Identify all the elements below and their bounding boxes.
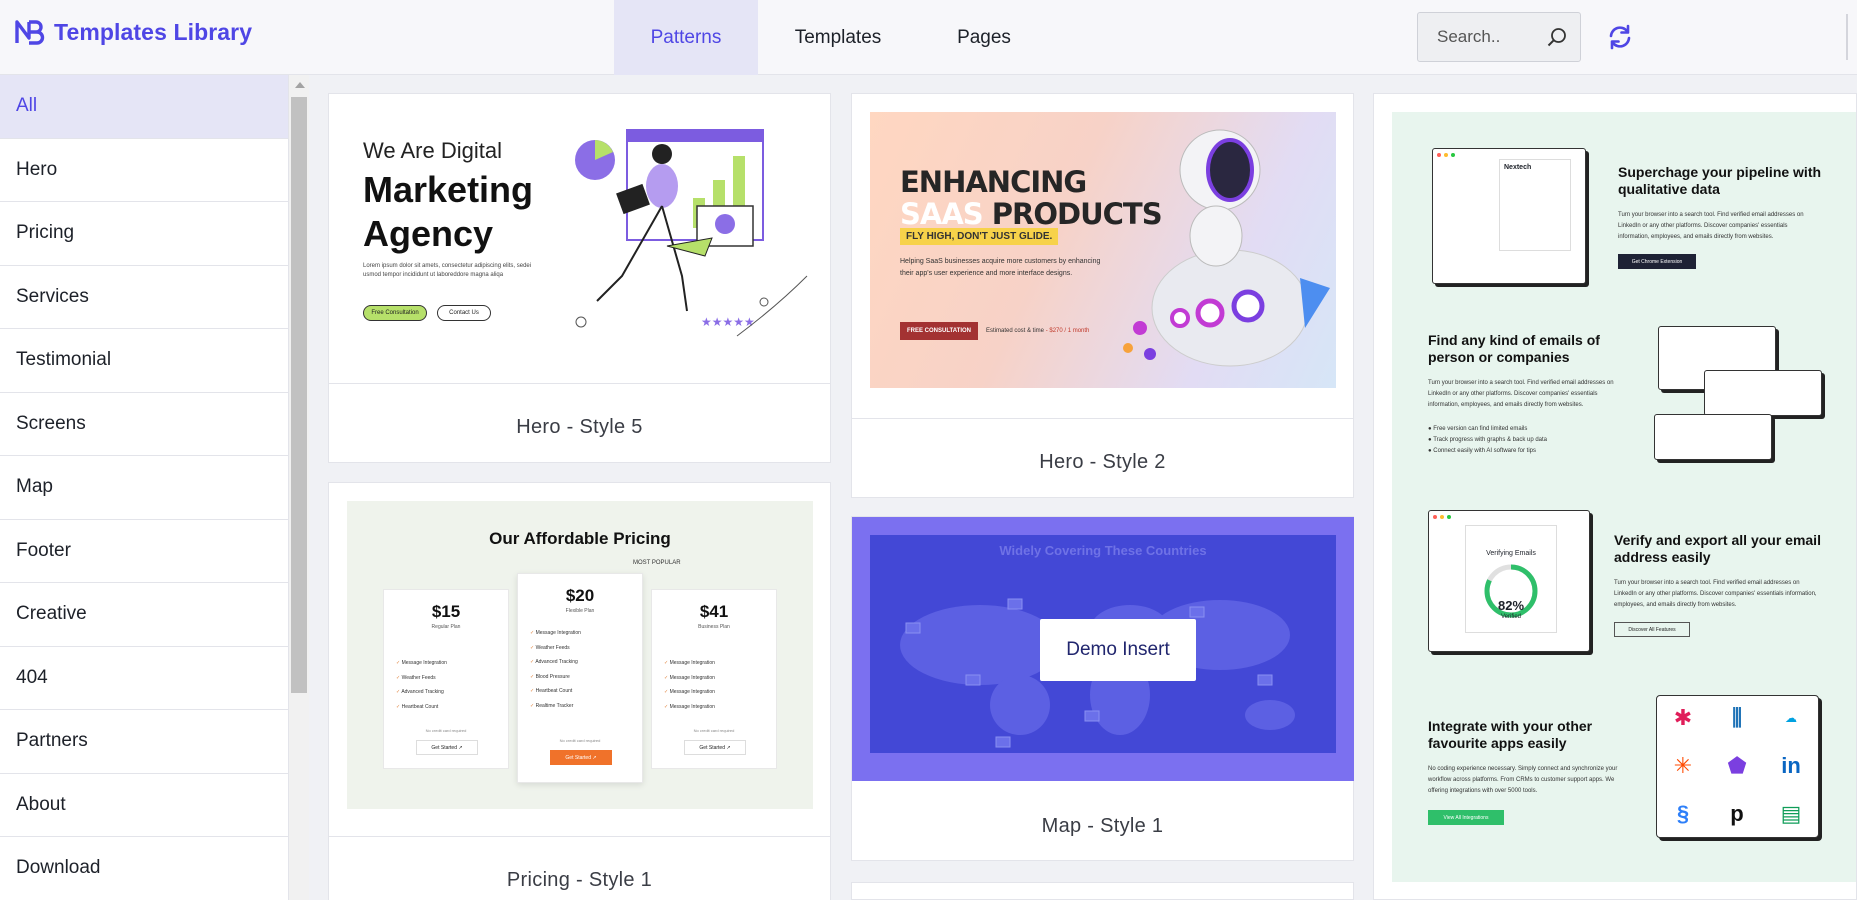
sidebar-item-about[interactable]: About — [0, 774, 288, 837]
stripe-app-icon: § — [1676, 801, 1690, 826]
card-divider — [329, 836, 830, 837]
scroll-up-icon[interactable] — [295, 82, 305, 88]
verify-popup: Verifying Emails 82% Verified — [1465, 525, 1557, 633]
logo-icon — [15, 20, 45, 45]
hero-2-text: Helping SaaS businesses acquire more cus… — [900, 258, 1101, 277]
sync-icon[interactable] — [1606, 23, 1634, 51]
tab-pages[interactable]: Pages — [918, 0, 1050, 75]
sidebar-item-map[interactable]: Map — [0, 456, 288, 520]
tab-patterns[interactable]: Patterns — [614, 0, 758, 75]
hero-5-btn-contact: Contact Us — [437, 305, 491, 321]
services-heading-4: Integrate with your other favourite apps… — [1428, 718, 1593, 751]
slack-icon: ✱ — [1673, 705, 1693, 730]
hero-2-cta: FREE CONSULTATION — [900, 322, 978, 340]
card-title: Hero - Style 2 — [1039, 451, 1166, 473]
hero-2-tagline: FLY HIGH, DON'T JUST GLIDE. — [900, 228, 1059, 245]
linkedin-icon: in — [1781, 753, 1801, 778]
sidebar-item-404[interactable]: 404 — [0, 647, 288, 710]
services-text-4: No coding experience necessary. Simply c… — [1428, 766, 1618, 794]
card-title: Hero - Style 5 — [516, 416, 643, 438]
services-text-1: Turn your browser into a search tool. Fi… — [1618, 212, 1804, 240]
header: Templates Library Patterns Templates Pag… — [0, 0, 1857, 75]
profile-card-2 — [1704, 370, 1822, 416]
map-1-preview: Widely Covering These Countries Demo Ins… — [852, 517, 1354, 781]
hero-5-text: Lorem ipsum dolor sit amets, consectetur… — [363, 263, 532, 278]
salesforce-icon: ☁ — [1785, 711, 1797, 725]
contact-list-window: Nextech — [1432, 148, 1586, 284]
card-divider — [852, 418, 1353, 419]
profile-card-3 — [1654, 414, 1772, 460]
sidebar-item-pricing[interactable]: Pricing — [0, 202, 288, 266]
services-heading-3: Verify and export all your email address… — [1614, 532, 1821, 565]
pricing-title: Our Affordable Pricing — [489, 529, 671, 548]
sidebar-item-hero[interactable]: Hero — [0, 139, 288, 202]
category-sidebar: All Hero Pricing Services Testimonial Sc… — [0, 75, 288, 900]
services-heading-2: Find any kind of emails of person or com… — [1428, 332, 1600, 365]
price-card-regular: $15 Regular Plan Message Integration Wea… — [383, 589, 509, 769]
header-divider — [1846, 14, 1848, 60]
search-input[interactable] — [1418, 27, 1538, 47]
search-icon[interactable] — [1546, 26, 1568, 48]
pattern-card-map-1[interactable]: Widely Covering These Countries Demo Ins… — [851, 516, 1354, 861]
services-btn-3: Discover All Features — [1614, 622, 1690, 637]
shield-app-icon: ⬟ — [1727, 753, 1747, 778]
price-card-flexible: $20 Flexible Plan Message Integration We… — [517, 573, 643, 783]
price-card-business: $41 Business Plan Message Integration Me… — [651, 589, 777, 769]
services-preview: Nextech Superchage your pipeline with qu… — [1392, 112, 1856, 882]
pattern-card-hero-2[interactable]: ENHANCING SAAS PRODUCTS FLY HIGH, DON'T … — [851, 93, 1354, 498]
hero-5-preview: We Are Digital Marketing Agency Lorem ip… — [347, 112, 813, 382]
services-heading-1: Superchage your pipeline with qualitativ… — [1618, 164, 1822, 197]
pattern-card-hero-5[interactable]: We Are Digital Marketing Agency Lorem ip… — [328, 93, 831, 463]
app-title: Templates Library — [54, 18, 253, 45]
svg-text:★★★★★: ★★★★★ — [701, 315, 755, 329]
tab-templates[interactable]: Templates — [758, 0, 918, 75]
main-tabs: Patterns Templates Pages — [614, 0, 1050, 75]
sidebar-item-all[interactable]: All — [0, 75, 288, 139]
card-title: Pricing - Style 1 — [506, 869, 653, 891]
pattern-card-partial[interactable] — [851, 882, 1354, 900]
sidebar-item-download[interactable]: Download — [0, 837, 288, 900]
sidebar-item-screens[interactable]: Screens — [0, 393, 288, 456]
world-map: Widely Covering These Countries Demo Ins… — [870, 535, 1336, 753]
services-text-3: Turn your browser into a search tool. Fi… — [1614, 580, 1817, 608]
hero-5-illustration: ★★★★★ — [575, 129, 808, 337]
demo-insert-button[interactable]: Demo Insert — [1040, 619, 1196, 681]
hero-2-preview: ENHANCING SAAS PRODUCTS FLY HIGH, DON'T … — [870, 112, 1336, 388]
scroll-thumb[interactable] — [291, 97, 307, 693]
nextech-popup: Nextech — [1499, 159, 1571, 251]
pattern-card-pricing-1[interactable]: Our Affordable Pricing MOST POPULAR $15 … — [328, 482, 831, 900]
pattern-card-services[interactable]: Nextech Superchage your pipeline with qu… — [1373, 93, 1857, 900]
sidebar-item-testimonial[interactable]: Testimonial — [0, 329, 288, 393]
intercom-icon: ⫼ — [1731, 705, 1743, 730]
pricing-1-preview: Our Affordable Pricing MOST POPULAR $15 … — [347, 501, 813, 809]
sidebar-item-creative[interactable]: Creative — [0, 583, 288, 647]
producthunt-icon: p — [1730, 801, 1744, 826]
sidebar-scrollbar[interactable] — [288, 75, 309, 900]
services-btn-1: Get Chrome Extension — [1618, 254, 1696, 269]
integration-apps-grid: ✱ ⫼ ☁ ✳ ⬟ in § p ▤ — [1656, 695, 1819, 838]
verify-window: Verifying Emails 82% Verified — [1428, 510, 1590, 652]
app-logo[interactable]: Templates Library — [14, 18, 252, 46]
services-bullets: ● Free version can find limited emails ●… — [1428, 426, 1548, 454]
card-title: Map - Style 1 — [1041, 815, 1164, 837]
sheets-icon: ▤ — [1780, 801, 1802, 826]
card-divider — [329, 383, 830, 384]
hero-5-btn-consult: Free Consultation — [363, 305, 427, 321]
zapier-icon: ✳ — [1673, 753, 1693, 778]
most-popular-label: MOST POPULAR — [633, 560, 681, 566]
sidebar-item-services[interactable]: Services — [0, 266, 288, 329]
hero-5-heading: Marketing Agency — [363, 169, 534, 254]
search-box — [1417, 12, 1581, 62]
services-btn-4: View All Integrations — [1428, 810, 1504, 825]
astronaut-rocket-illustration — [1123, 129, 1330, 367]
services-text-2: Turn your browser into a search tool. Fi… — [1428, 380, 1614, 408]
hero-5-line1: We Are Digital — [363, 138, 502, 163]
sidebar-item-partners[interactable]: Partners — [0, 710, 288, 774]
hero-2-estimate: Estimated cost & time - $270 / 1 month — [986, 328, 1090, 334]
sidebar-item-footer[interactable]: Footer — [0, 520, 288, 583]
